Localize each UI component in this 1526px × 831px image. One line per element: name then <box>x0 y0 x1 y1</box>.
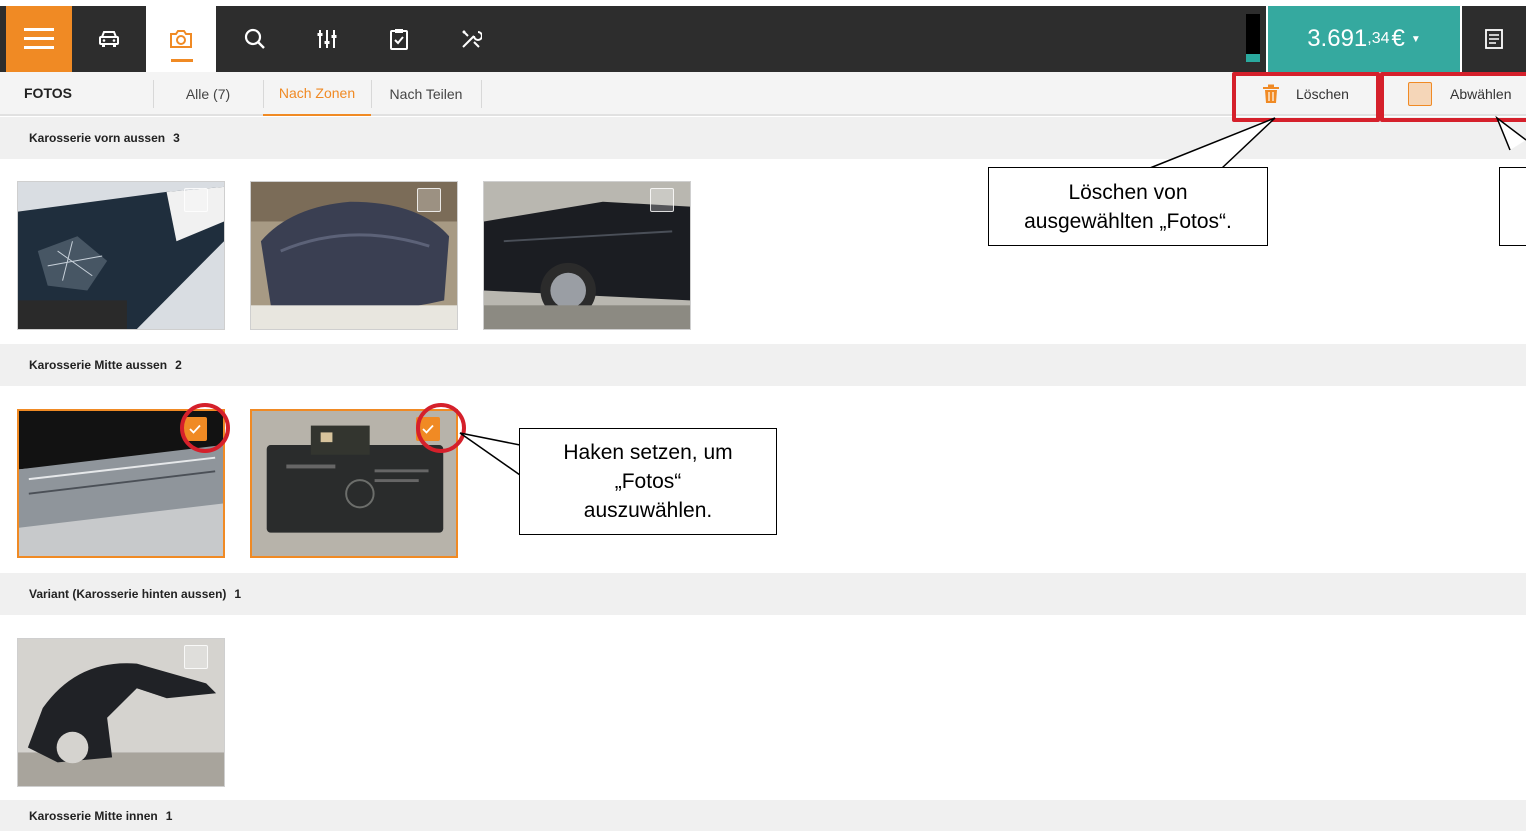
tab-all[interactable]: Alle (7) <box>168 72 248 116</box>
status-indicator <box>1246 14 1260 62</box>
tools-icon <box>462 30 482 48</box>
nav-tools[interactable] <box>436 6 506 72</box>
section-count: 2 <box>175 358 182 372</box>
search-icon <box>244 28 265 49</box>
caret-down-icon: ▼ <box>1410 33 1421 45</box>
photo-checkbox[interactable] <box>417 188 441 212</box>
callout-line: Haken setzen, um <box>563 441 733 464</box>
nav-photos[interactable] <box>146 6 216 72</box>
price-currency: € <box>1391 25 1405 52</box>
nav-search[interactable] <box>220 6 290 72</box>
photo-checkbox[interactable] <box>184 645 208 669</box>
section-header: Variant (Karosserie hinten aussen) 1 <box>0 573 1526 615</box>
section-title: Karosserie vorn aussen <box>29 131 166 145</box>
price-main: 3.691 <box>1307 25 1368 52</box>
callout-deselect <box>1499 167 1526 246</box>
total-price-dropdown[interactable]: 3.691 ,34 € ▼ <box>1268 6 1460 72</box>
photo-thumbnail[interactable] <box>17 638 225 787</box>
callout-line: „Fotos“ <box>614 470 682 493</box>
callout-line: auszuwählen. <box>583 499 713 522</box>
tab-by-parts[interactable]: Nach Teilen <box>371 72 481 116</box>
hamburger-icon <box>24 28 54 49</box>
photo-checkbox[interactable] <box>184 188 208 212</box>
checklist-icon <box>390 29 408 50</box>
checkbox-highlight <box>180 403 230 453</box>
callout-delete: Löschen von ausgewählten „Fotos“. <box>988 167 1268 246</box>
page-title: FOTOS <box>24 85 72 101</box>
top-bar: 3.691 ,34 € ▼ <box>0 0 1526 72</box>
car-icon <box>99 31 119 47</box>
checkbox-highlight <box>416 403 466 453</box>
callout-select: Haken setzen, um „Fotos“ auszuwählen. <box>519 428 777 535</box>
nav-settings[interactable] <box>292 6 362 72</box>
callout-line: ausgewählten „Fotos“. <box>1024 209 1232 233</box>
menu-button[interactable] <box>6 6 72 72</box>
nav-vehicle[interactable] <box>74 6 144 72</box>
section-count: 3 <box>173 131 180 145</box>
section-title: Karosserie Mitte innen <box>29 808 158 823</box>
deselect-highlight <box>1380 72 1526 122</box>
section-count: 1 <box>165 808 173 823</box>
photo-thumbnail[interactable] <box>483 181 691 330</box>
photo-checkbox[interactable] <box>650 188 674 212</box>
receipt-icon <box>1485 29 1503 49</box>
photo-thumbnail[interactable] <box>17 181 225 330</box>
section-header: Karosserie vorn aussen 3 <box>0 117 1526 159</box>
camera-icon <box>170 30 192 48</box>
section-count: 1 <box>234 587 242 601</box>
section-title: Variant (Karosserie hinten aussen) <box>29 587 227 601</box>
price-cents: ,34 <box>1367 30 1390 47</box>
tab-by-zones[interactable]: Nach Zonen <box>263 72 371 116</box>
nav-checklist[interactable] <box>364 6 434 72</box>
sliders-icon <box>317 30 337 48</box>
section-header: Karosserie Mitte aussen 2 <box>0 344 1526 386</box>
delete-highlight <box>1232 72 1380 122</box>
section-header: Karosserie Mitte innen 1 <box>0 800 1526 831</box>
receipt-button[interactable] <box>1462 6 1526 72</box>
photo-thumbnail[interactable] <box>250 181 458 330</box>
callout-line: Löschen von <box>1068 180 1188 204</box>
section-title: Karosserie Mitte aussen <box>29 358 168 372</box>
